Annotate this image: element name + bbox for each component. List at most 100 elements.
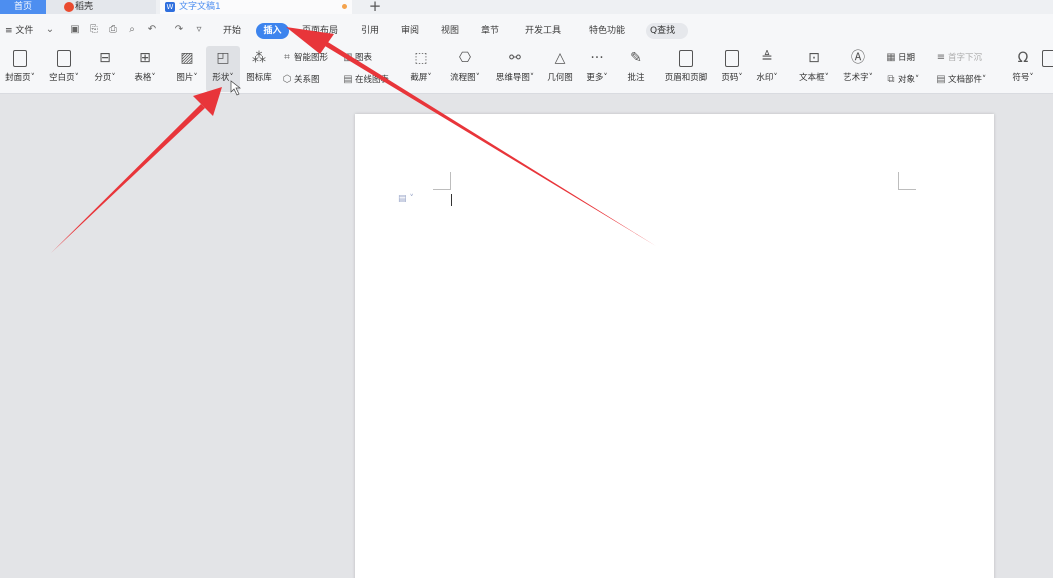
menu-special[interactable]: 特色功能	[589, 24, 625, 38]
comment-button[interactable]: ✎ 批注	[620, 46, 652, 92]
header-footer-button[interactable]: 页眉和页脚	[658, 46, 714, 92]
comment-icon: ✎	[630, 50, 642, 66]
search-button[interactable]: Q查找	[646, 23, 688, 39]
shape-label: 形状˅	[212, 73, 234, 83]
symbol-button[interactable]: Ω 符号˅	[1008, 46, 1038, 92]
geometry-button[interactable]: △ 几何图	[543, 46, 577, 92]
new-tab-button[interactable]: +	[366, 0, 384, 14]
blank-page-button[interactable]: 空白页˅	[44, 46, 84, 92]
unsaved-dot-icon	[342, 4, 347, 9]
tab-document[interactable]: W 文字文稿1	[160, 0, 352, 14]
menu-review[interactable]: 审阅	[401, 24, 419, 38]
flowchart-button[interactable]: ⎔ 流程图˅	[444, 46, 486, 92]
menu-dev-tools[interactable]: 开发工具	[525, 24, 561, 38]
textbox-button[interactable]: ⊡ 文本框˅	[792, 46, 836, 92]
wordart-button[interactable]: Ⓐ 艺术字˅	[838, 46, 878, 92]
menu-view[interactable]: 视图	[441, 24, 459, 38]
text-cursor	[451, 194, 452, 206]
margin-marker-top-left	[433, 172, 451, 190]
overflow-icon	[1042, 50, 1053, 67]
shape-icon: ◰	[216, 50, 230, 66]
drop-cap-icon: ≡	[936, 52, 946, 63]
tab-home[interactable]: 首页	[0, 0, 46, 14]
wordart-label: 艺术字˅	[843, 73, 873, 83]
picture-icon: ▨	[180, 50, 194, 66]
date-button[interactable]: ▦ 日期	[886, 52, 915, 64]
object-button[interactable]: ⧉ 对象˅	[886, 74, 919, 86]
icon-library-label: 图标库	[246, 73, 272, 83]
doc-part-button[interactable]: ▤ 文档部件˅	[936, 74, 986, 86]
file-menu[interactable]: ≡ 文件	[5, 24, 33, 38]
chart-icon: ▥	[343, 52, 353, 63]
cover-page-icon	[13, 50, 27, 67]
redo-icon[interactable]: ↷	[173, 24, 185, 36]
textbox-icon: ⊡	[808, 50, 820, 66]
blank-page-icon	[57, 50, 71, 67]
screenshot-label: 截屏˅	[410, 73, 432, 83]
online-chart-button[interactable]: ▤ 在线图表	[343, 74, 389, 86]
picture-button[interactable]: ▨ 图片˅	[170, 46, 204, 92]
page-number-button[interactable]: 页码˅	[716, 46, 748, 92]
page-number-label: 页码˅	[721, 73, 743, 83]
watermark-icon: ≜	[761, 50, 773, 66]
document-area: ▤ ˅	[0, 95, 1053, 578]
document-page[interactable]: ▤ ˅	[355, 114, 994, 578]
margin-marker-top-right	[898, 172, 916, 190]
more-icon: ···	[590, 50, 604, 66]
header-footer-label: 页眉和页脚	[664, 73, 708, 83]
picture-label: 图片˅	[176, 73, 198, 83]
export-icon[interactable]: ⎘	[88, 24, 100, 36]
table-button[interactable]: ⊞ 表格˅	[128, 46, 162, 92]
watermark-label: 水印˅	[756, 73, 778, 83]
watermark-button[interactable]: ≜ 水印˅	[750, 46, 784, 92]
mindmap-button[interactable]: ⚯ 思维导图˅	[490, 46, 540, 92]
print-icon[interactable]: ⎙	[107, 24, 119, 36]
menu-chapter[interactable]: 章节	[481, 24, 499, 38]
word-doc-icon: W	[165, 2, 175, 12]
paragraph-handle-icon[interactable]: ▤ ˅	[398, 194, 414, 204]
more-button[interactable]: ··· 更多˅	[581, 46, 613, 92]
menu-insert[interactable]: 插入	[256, 23, 289, 39]
menu-bar: ≡ 文件 ⌄ ▣ ⎘ ⎙ ⌕ ↶ ↷ ▿ 开始 插入 页面布局 引用 审阅 视图…	[0, 14, 1053, 46]
relation-graph-icon: ⬡	[282, 74, 292, 85]
tab-document-label: 文字文稿1	[179, 2, 221, 12]
tab-daoke-label: 稻壳	[75, 2, 94, 12]
object-icon: ⧉	[887, 74, 895, 85]
symbol-label: 符号˅	[1012, 73, 1034, 83]
customize-icon[interactable]: ▿	[193, 24, 205, 36]
header-footer-icon	[679, 50, 693, 67]
screenshot-button[interactable]: ⬚ 截屏˅	[404, 46, 438, 92]
omega-icon: Ω	[1017, 50, 1029, 66]
more-label: 更多˅	[586, 73, 608, 83]
geometry-icon: △	[554, 50, 566, 66]
menu-start[interactable]: 开始	[223, 24, 241, 38]
icon-library-icon: ⁂	[252, 50, 266, 66]
chart-button[interactable]: ▥ 图表	[343, 52, 372, 64]
page-break-label: 分页˅	[94, 73, 116, 83]
drop-cap-button[interactable]: ≡ 首字下沉	[936, 52, 982, 64]
calendar-icon: ▦	[886, 52, 896, 63]
ribbon-overflow-button[interactable]	[1040, 46, 1053, 92]
smart-art-button[interactable]: ⌗ 智能图形	[282, 52, 328, 64]
table-icon: ⊞	[139, 50, 151, 66]
online-chart-icon: ▤	[343, 74, 353, 85]
wordart-icon: Ⓐ	[851, 50, 865, 66]
icon-library-button[interactable]: ⁂ 图标库	[242, 46, 276, 92]
doc-part-icon: ▤	[936, 74, 946, 85]
menu-references[interactable]: 引用	[361, 24, 379, 38]
cover-page-label: 封面页˅	[5, 73, 35, 83]
flowchart-icon: ⎔	[458, 50, 472, 66]
menu-page-layout[interactable]: 页面布局	[302, 24, 338, 38]
daoke-logo-icon	[64, 2, 74, 12]
save-icon[interactable]: ▣	[69, 24, 81, 36]
smart-art-icon: ⌗	[284, 52, 290, 63]
shape-button[interactable]: ◰ 形状˅	[206, 46, 240, 92]
undo-icon[interactable]: ↶	[146, 24, 158, 36]
cover-page-button[interactable]: 封面页˅	[0, 46, 40, 92]
tab-daoke[interactable]: 稻壳	[46, 0, 156, 14]
relation-graph-button[interactable]: ⬡ 关系图	[282, 74, 320, 86]
chevron-down-icon[interactable]: ⌄	[44, 24, 56, 36]
print-preview-icon[interactable]: ⌕	[126, 24, 138, 36]
page-break-button[interactable]: ⊟ 分页˅	[88, 46, 122, 92]
tab-bar: 首页 稻壳 W 文字文稿1 +	[0, 0, 1053, 14]
